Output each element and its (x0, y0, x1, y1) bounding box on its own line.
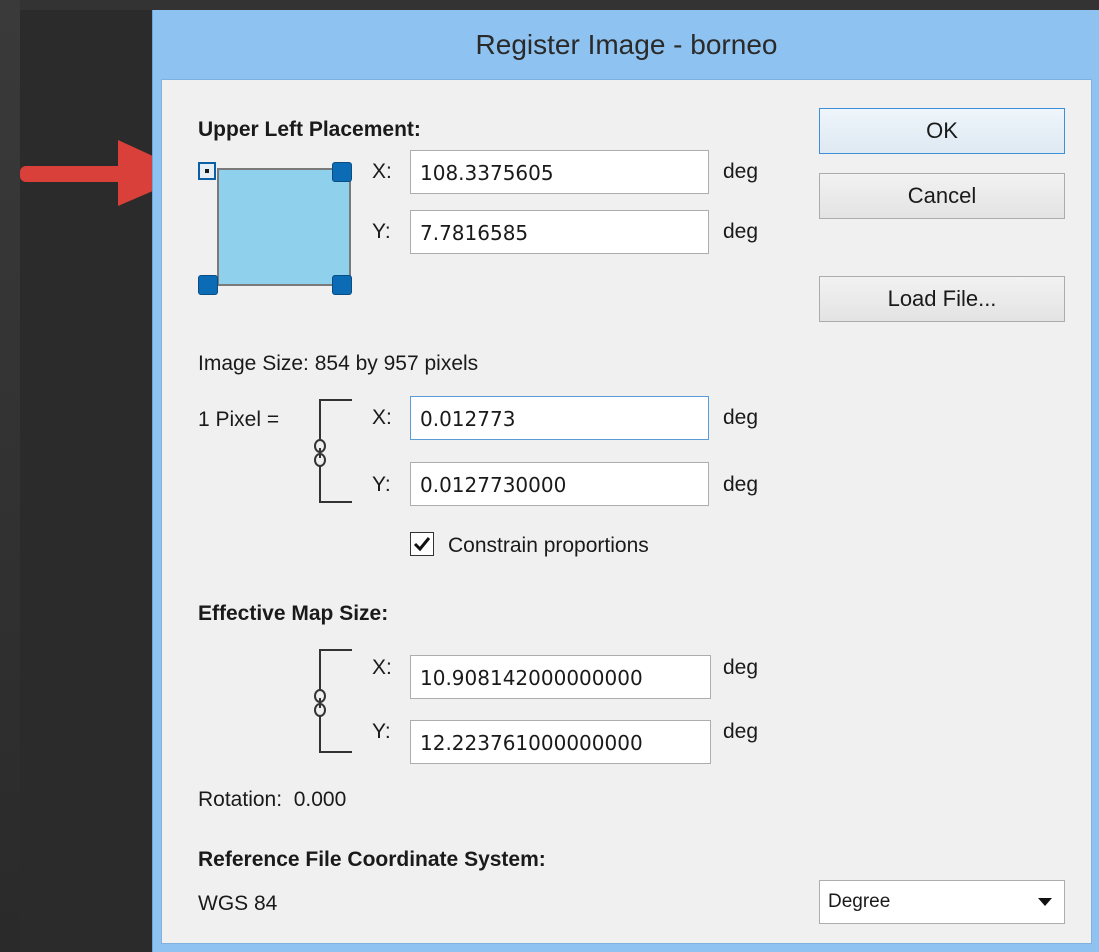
unit-dropdown-value: Degree (828, 891, 891, 912)
upper-right-handle[interactable] (332, 162, 352, 182)
pixel-y-unit: deg (723, 473, 759, 496)
map-size-x-unit: deg (723, 656, 759, 679)
placement-heading: Upper Left Placement: (198, 118, 421, 141)
placement-y-unit: deg (723, 220, 759, 243)
image-size-text: Image Size: 854 by 957 pixels (198, 352, 479, 375)
background-left (0, 0, 20, 952)
map-size-y-field[interactable]: 12.223761000000000 (410, 720, 711, 764)
pixel-y-label: Y: (372, 473, 391, 496)
upper-left-handle[interactable] (198, 162, 216, 180)
placement-y-label: Y: (372, 220, 391, 243)
reference-heading: Reference File Coordinate System: (198, 848, 546, 871)
reference-system-text: WGS 84 (198, 892, 278, 915)
constrain-proportions-label[interactable]: Constrain proportions (448, 534, 649, 558)
map-size-y-label: Y: (372, 720, 391, 743)
pixel-x-label: X: (372, 406, 392, 429)
pixel-y-field[interactable]: 0.0127730000 (410, 462, 709, 506)
placement-x-label: X: (372, 160, 392, 183)
map-size-x-field[interactable]: 10.908142000000000 (410, 655, 711, 699)
lower-left-handle[interactable] (198, 275, 218, 295)
rotation-text: Rotation: 0.000 (198, 788, 347, 811)
load-file-button[interactable]: Load File... (819, 276, 1065, 322)
placement-x-unit: deg (723, 160, 759, 183)
lower-right-handle[interactable] (332, 275, 352, 295)
dropdown-arrow-icon (1038, 898, 1052, 906)
dialog-client-area: Upper Left Placement: X: 108.3375605 deg… (161, 79, 1092, 944)
cancel-button[interactable]: Cancel (819, 173, 1065, 219)
pixel-equals-label: 1 Pixel = (198, 408, 280, 431)
pixel-x-unit: deg (723, 406, 759, 429)
ok-button[interactable]: OK (819, 108, 1065, 154)
checkmark-icon (413, 537, 431, 552)
placement-x-field[interactable]: 108.3375605 (410, 150, 709, 194)
placement-y-field[interactable]: 7.7816585 (410, 210, 709, 254)
map-size-x-label: X: (372, 656, 392, 679)
effective-map-size-heading: Effective Map Size: (198, 602, 389, 625)
unit-dropdown[interactable]: Degree (819, 880, 1065, 924)
register-image-dialog: Register Image - borneo Upper Left Place… (152, 10, 1099, 952)
constrain-proportions-checkbox[interactable] (410, 532, 434, 556)
placement-preview (217, 168, 351, 286)
dialog-title: Register Image - borneo (475, 29, 778, 60)
pixel-x-field[interactable]: 0.012773 (410, 396, 709, 440)
link-chain-icon[interactable] (312, 648, 362, 758)
map-size-y-unit: deg (723, 720, 759, 743)
background-top (0, 0, 1099, 10)
link-chain-icon[interactable] (312, 398, 362, 508)
